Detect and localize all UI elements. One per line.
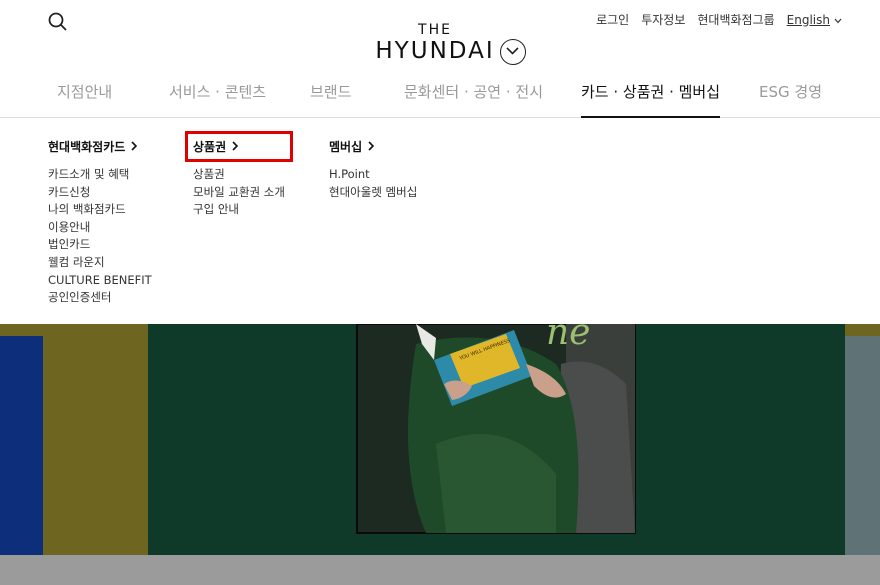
site-logo[interactable]: THE HYUNDAI bbox=[369, 22, 501, 64]
logo-line-2: HYUNDAI bbox=[375, 38, 495, 64]
submenu-item[interactable]: 카드소개 및 혜택 bbox=[48, 166, 152, 184]
nav-item-brands[interactable]: 브랜드 bbox=[310, 81, 351, 118]
submenu-item[interactable]: 나의 백화점카드 bbox=[48, 201, 152, 219]
hero-stripe-gray bbox=[845, 324, 880, 555]
site-header: THE HYUNDAI 로그인 투자정보 현대백화점그룹 English bbox=[0, 0, 880, 70]
submenu-item[interactable]: 상품권 bbox=[193, 166, 285, 184]
group-link[interactable]: 현대백화점그룹 bbox=[697, 11, 774, 28]
hero-stripe-top-accent bbox=[0, 324, 43, 336]
search-icon[interactable] bbox=[47, 11, 69, 33]
login-link[interactable]: 로그인 bbox=[596, 11, 629, 28]
chevron-down-icon bbox=[834, 13, 842, 27]
submenu-title-membership-label: 멤버십 bbox=[329, 140, 363, 154]
nav-item-card-membership[interactable]: 카드 · 상품권 · 멤버십 bbox=[581, 81, 721, 118]
utility-links: 로그인 투자정보 현대백화점그룹 English bbox=[596, 11, 842, 28]
hero-banner[interactable]: ne YOU WILL HAPPINESS bbox=[0, 324, 880, 555]
submenu-column-giftcard: 상품권 상품권 모바일 교환권 소개 구입 안내 bbox=[185, 131, 293, 219]
submenu-item[interactable]: 공인인증센터 bbox=[48, 289, 152, 307]
investor-link[interactable]: 투자정보 bbox=[641, 11, 685, 28]
submenu-title-giftcard-label: 상품권 bbox=[193, 140, 227, 154]
language-label: English bbox=[786, 12, 830, 27]
hero-stripe-blue bbox=[0, 324, 43, 555]
hero-stripe-top-accent bbox=[845, 324, 880, 336]
logo-line-1: THE bbox=[418, 22, 452, 38]
submenu-item[interactable]: 구입 안내 bbox=[193, 201, 285, 219]
nav-item-culture[interactable]: 문화센터 · 공연 · 전시 bbox=[404, 81, 543, 118]
submenu-item[interactable]: 모바일 교환권 소개 bbox=[193, 184, 285, 202]
submenu-item[interactable]: 법인카드 bbox=[48, 236, 152, 254]
submenu-item[interactable]: 현대아울렛 멤버십 bbox=[329, 184, 417, 202]
submenu-item[interactable]: 웰컴 라운지 bbox=[48, 254, 152, 272]
submenu-item[interactable]: H.Point bbox=[329, 166, 417, 184]
chevron-right-icon bbox=[131, 140, 138, 154]
submenu-title-card[interactable]: 현대백화점카드 bbox=[48, 139, 152, 154]
nav-item-esg[interactable]: ESG 경영 bbox=[759, 81, 822, 118]
submenu-column-membership: 멤버십 H.Point 현대아울렛 멤버십 bbox=[329, 139, 417, 201]
page-footer-band bbox=[0, 555, 880, 585]
submenu-title-membership[interactable]: 멤버십 bbox=[329, 139, 417, 154]
language-selector[interactable]: English bbox=[787, 11, 842, 28]
submenu-column-card: 현대백화점카드 카드소개 및 혜택 카드신청 나의 백화점카드 이용안내 법인카… bbox=[48, 139, 152, 307]
main-navigation: 지점안내 서비스 · 콘텐츠 브랜드 문화센터 · 공연 · 전시 카드 · 상… bbox=[0, 70, 880, 118]
nav-item-stores[interactable]: 지점안내 bbox=[57, 81, 112, 118]
submenu-title-giftcard[interactable]: 상품권 bbox=[185, 131, 293, 162]
submenu-item[interactable]: 이용안내 bbox=[48, 219, 152, 237]
submenu-title-card-label: 현대백화점카드 bbox=[48, 140, 126, 154]
hero-photo: ne YOU WILL HAPPINESS bbox=[356, 324, 636, 534]
submenu-item[interactable]: 카드신청 bbox=[48, 184, 152, 202]
mega-menu-panel: 현대백화점카드 카드소개 및 혜택 카드신청 나의 백화점카드 이용안내 법인카… bbox=[0, 119, 880, 324]
submenu-item[interactable]: CULTURE BENEFIT bbox=[48, 272, 152, 290]
nav-item-services[interactable]: 서비스 · 콘텐츠 bbox=[169, 81, 266, 118]
hero-script-text: ne bbox=[546, 324, 591, 353]
brand-dropdown-button[interactable] bbox=[500, 39, 526, 65]
hero-stripe-olive bbox=[43, 324, 148, 555]
chevron-right-icon bbox=[368, 140, 375, 154]
chevron-right-icon bbox=[232, 140, 239, 154]
